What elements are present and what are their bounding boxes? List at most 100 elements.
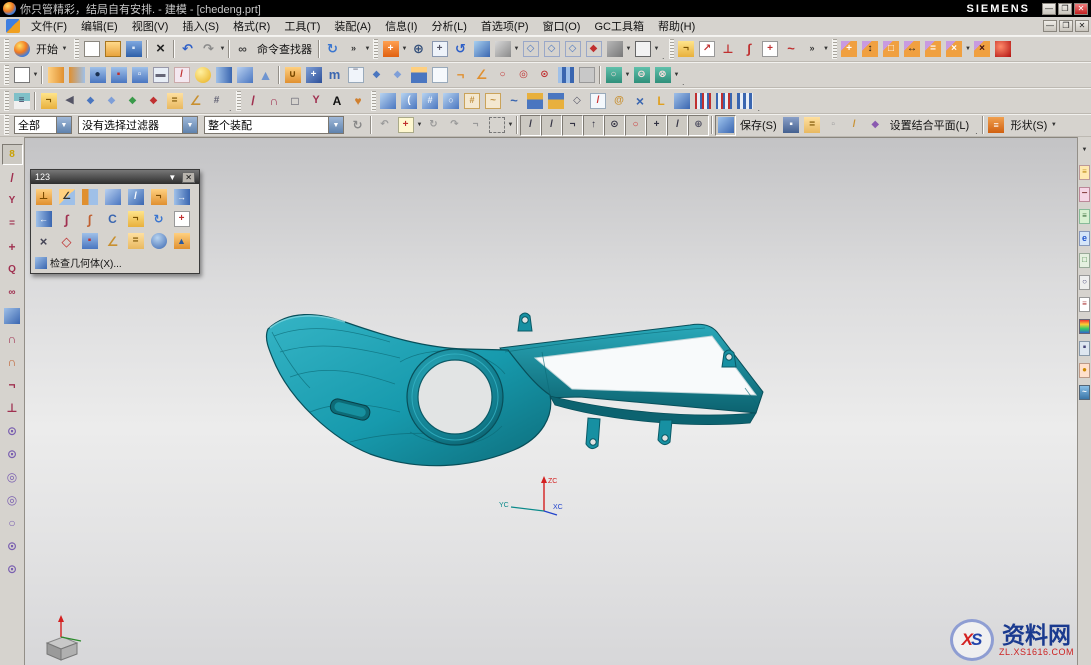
rectangle-curve-button[interactable]: □ xyxy=(285,90,306,111)
save-file-button[interactable]: ▪ xyxy=(123,38,144,59)
tube-button[interactable] xyxy=(555,64,576,85)
trim-body-tool-button[interactable] xyxy=(78,186,101,208)
clip-section-button[interactable]: ↗ xyxy=(697,38,718,59)
cone-button[interactable]: ▲ xyxy=(255,64,276,85)
redo-button[interactable]: ↷ xyxy=(198,38,219,59)
wave-geometry-linker-button[interactable]: ¬ xyxy=(38,90,59,111)
boolean-subtract-button[interactable]: ⊖ xyxy=(631,64,652,85)
undo-button[interactable]: ↶ xyxy=(177,38,198,59)
measure-tool-button[interactable]: = xyxy=(802,115,823,136)
toolbar-grip[interactable] xyxy=(4,91,9,111)
pull-face-button[interactable]: ↕ xyxy=(860,38,881,59)
toolbar-grip[interactable] xyxy=(4,39,9,59)
background-color-button[interactable] xyxy=(632,38,653,59)
tube-surface-button[interactable]: ~ xyxy=(504,90,525,111)
shell-button[interactable]: ∪ xyxy=(282,64,303,85)
replace-face-button[interactable]: = xyxy=(923,38,944,59)
rotate-body-button[interactable]: ↻ xyxy=(147,208,170,230)
snap-control-point-toggle[interactable]: ¬ xyxy=(562,115,583,136)
arc-tool-button[interactable]: ∩ xyxy=(2,328,23,349)
type-filter-combo[interactable]: 全部▼ xyxy=(14,116,72,134)
menu-gc-toolbox[interactable]: GC工具箱 xyxy=(587,17,651,35)
immediate-hide-button[interactable]: ◆ xyxy=(101,90,122,111)
measure-distance-button[interactable]: = xyxy=(164,90,185,111)
toolbar-grip[interactable] xyxy=(373,39,378,59)
join-face-button[interactable] xyxy=(693,90,714,111)
selection-scope-combo-arrow-icon[interactable]: ▼ xyxy=(328,117,343,133)
cross-section-button[interactable]: × xyxy=(630,90,651,111)
extend-sheet-button[interactable]: L xyxy=(651,90,672,111)
toolbar-overflow-2[interactable]: » xyxy=(802,38,823,59)
zoom-in-button[interactable]: ⊕ xyxy=(408,38,429,59)
render-style-button-dropdown-icon[interactable]: ▼ xyxy=(513,46,520,52)
delete-face-button[interactable]: × xyxy=(944,38,965,59)
filter-reset-button[interactable]: ↻ xyxy=(347,115,368,136)
menu-edit[interactable]: 编辑(E) xyxy=(74,17,125,35)
hide-button[interactable]: ◆ xyxy=(143,90,164,111)
angle-ruler-button[interactable]: ∠ xyxy=(101,230,124,252)
trim-body-button[interactable]: / xyxy=(171,64,192,85)
perpendicular-snap-button[interactable]: ⊥ xyxy=(718,38,739,59)
inferred-dimension-button[interactable]: Y xyxy=(2,190,23,211)
roles-tab[interactable]: ● xyxy=(1078,360,1091,380)
toolbar-overflow-1[interactable]: » xyxy=(343,38,364,59)
sketch-button[interactable] xyxy=(11,64,32,85)
rotate-view-button[interactable]: ↺ xyxy=(450,38,471,59)
facet-wireframe-button[interactable]: ◇ xyxy=(562,38,583,59)
sweep-along-guide-button[interactable]: ~ xyxy=(483,90,504,111)
snap-point-on-face-toggle[interactable]: ⊕ xyxy=(688,115,709,136)
toolbar-overflow-2-dropdown-icon[interactable]: ▼ xyxy=(823,46,830,52)
spline-tool-button[interactable]: ~ xyxy=(781,38,802,59)
grid-button[interactable]: # xyxy=(206,90,227,111)
add-to-selection-button-dropdown-icon[interactable]: ▼ xyxy=(416,122,423,128)
toolbar-grip[interactable] xyxy=(4,65,9,85)
open-file-button[interactable] xyxy=(102,38,123,59)
constraint-navigator-tab[interactable]: − xyxy=(1078,184,1091,204)
background-color-button-dropdown-icon[interactable]: ▼ xyxy=(653,46,660,52)
process-studio-tab[interactable]: ▪ xyxy=(1078,338,1091,358)
boolean-unite-button[interactable]: ○ xyxy=(603,64,624,85)
render-style-button[interactable] xyxy=(492,38,513,59)
assembly-constraint-button[interactable]: ◆ xyxy=(865,115,886,136)
toolbar-overflow-1-dropdown-icon[interactable]: ▼ xyxy=(364,46,371,52)
offset-region-button[interactable]: □ xyxy=(881,38,902,59)
selection-filter-combo[interactable]: 没有选择过滤器▼ xyxy=(78,116,198,134)
snap-intersection-toggle[interactable]: ↑ xyxy=(583,115,604,136)
fit-view-button-dropdown-icon[interactable]: ▼ xyxy=(401,46,408,52)
trim-sheet-button[interactable]: / xyxy=(588,90,609,111)
wave-key-button[interactable]: ¬ xyxy=(124,208,147,230)
selection-filter-combo-arrow-icon[interactable]: ▼ xyxy=(182,117,197,133)
profile-tool-button[interactable]: 8 xyxy=(2,144,23,165)
doc-close-button[interactable]: ✕ xyxy=(1075,20,1089,32)
circle-tool-button[interactable]: ⊙ xyxy=(2,420,23,441)
emboss-tool-button[interactable]: ⊥ xyxy=(32,186,55,208)
draft-body-button[interactable]: ◆ xyxy=(387,64,408,85)
gray-sheet-button[interactable] xyxy=(576,64,597,85)
pin-box-button[interactable]: ▪ xyxy=(78,230,101,252)
circle-3point-button[interactable]: ⊙ xyxy=(2,535,23,556)
window-close-button[interactable]: ✕ xyxy=(1074,3,1088,15)
assembly-navigator-tab[interactable]: ≡ xyxy=(1078,162,1091,182)
face-diamond-button[interactable]: ◇ xyxy=(55,230,78,252)
toolbar-grip[interactable] xyxy=(371,91,376,111)
quick-trim-button[interactable]: ⊥ xyxy=(2,397,23,418)
deselect-button[interactable]: ↷ xyxy=(444,115,465,136)
palette-dropdown-icon[interactable]: ▼ xyxy=(166,173,178,182)
window-restore-button[interactable]: ❐ xyxy=(1058,3,1072,15)
measure-angle-button[interactable]: ∠ xyxy=(185,90,206,111)
doc-minimize-button[interactable]: — xyxy=(1043,20,1057,32)
conic-tool-button[interactable]: ⊙ xyxy=(2,558,23,579)
datum-csys-button[interactable] xyxy=(993,38,1014,59)
start-menu-button-dropdown-icon[interactable]: ▼ xyxy=(61,46,68,52)
wireframe-view-button[interactable]: ◇ xyxy=(520,38,541,59)
block-tool-button[interactable] xyxy=(101,186,124,208)
studio-surface-button[interactable] xyxy=(2,305,23,326)
selection-arrow-button[interactable]: ◀ xyxy=(59,90,80,111)
shape-menu-button[interactable]: 形状(S)▼ xyxy=(1007,116,1062,134)
edit-work-section-button[interactable]: ¬ xyxy=(676,38,697,59)
line-tool-button[interactable]: / xyxy=(2,167,23,188)
reuse-library-tab[interactable]: □ xyxy=(1078,250,1091,270)
menu-information[interactable]: 信息(I) xyxy=(378,17,424,35)
type-filter-combo-arrow-icon[interactable]: ▼ xyxy=(56,117,71,133)
toolbar-grip[interactable] xyxy=(832,39,837,59)
